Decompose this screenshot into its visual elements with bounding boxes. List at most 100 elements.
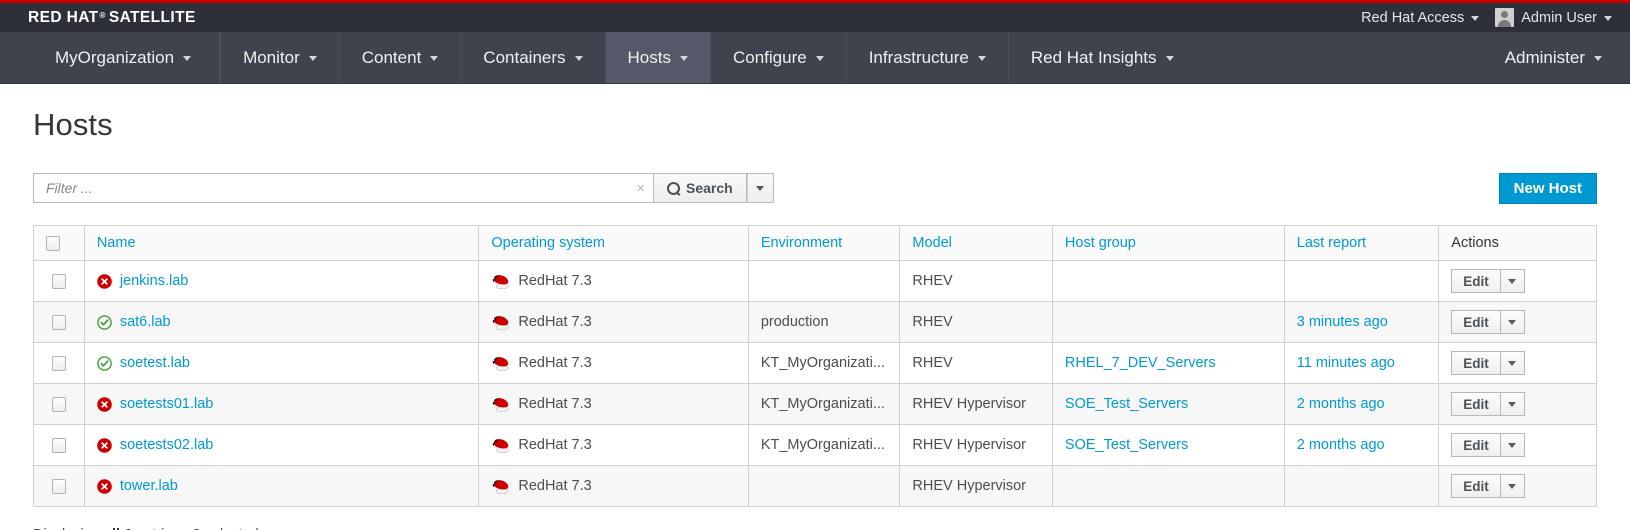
environment-label: production — [760, 314, 829, 330]
cell-last-report: 2 months ago — [1283, 424, 1440, 466]
red-hat-access-label: Red Hat Access — [1361, 9, 1465, 26]
cell-environment: KT_MyOrganizati... — [747, 383, 901, 425]
edit-button[interactable]: Edit — [1451, 433, 1501, 457]
last-report-link[interactable]: 2 months ago — [1297, 396, 1385, 412]
operating-system-label: RedHat 7.3 — [518, 355, 592, 371]
row-checkbox[interactable] — [51, 273, 66, 289]
hosts-table: Name Operating system Environment Model … — [33, 225, 1597, 507]
last-report-link[interactable]: 2 months ago — [1297, 437, 1385, 453]
edit-button-group: Edit — [1451, 310, 1525, 334]
new-host-button[interactable]: New Host — [1498, 172, 1597, 204]
search-button[interactable]: Search — [653, 173, 747, 203]
search-options-dropdown[interactable] — [746, 173, 774, 203]
hosts-table-head: Name Operating system Environment Model … — [33, 225, 1597, 261]
toolbar: × Search New Host — [33, 172, 1597, 204]
operating-system-label: RedHat 7.3 — [518, 396, 592, 412]
host-name-link[interactable]: soetests01.lab — [120, 396, 214, 412]
nav-item-infrastructure[interactable]: Infrastructure — [845, 32, 1008, 83]
page-title: Hosts — [33, 107, 113, 142]
red-hat-access-menu[interactable]: Red Hat Access — [1361, 9, 1480, 26]
column-header-last-report[interactable]: Last report — [1283, 225, 1440, 261]
status-error-icon — [97, 396, 112, 412]
row-checkbox[interactable] — [51, 396, 66, 412]
chevron-down-icon — [1508, 401, 1517, 407]
redhat-logo-icon — [493, 315, 509, 330]
select-all-header — [33, 225, 85, 261]
column-header-actions: Actions — [1438, 225, 1597, 261]
cell-actions: Edit — [1438, 260, 1597, 302]
nav-item-content[interactable]: Content — [338, 32, 461, 83]
cell-model: RHEV Hypervisor — [899, 465, 1053, 507]
row-select-cell — [33, 260, 85, 302]
cell-environment: production — [747, 301, 901, 343]
edit-button[interactable]: Edit — [1451, 269, 1501, 293]
edit-button[interactable]: Edit — [1451, 351, 1501, 375]
nav-item-organization[interactable]: MyOrganization — [33, 32, 221, 83]
host-group-link[interactable]: SOE_Test_Servers — [1065, 396, 1188, 412]
row-actions-dropdown[interactable] — [1500, 433, 1525, 457]
row-actions-dropdown[interactable] — [1500, 351, 1525, 375]
cell-operating-system: RedHat 7.3 — [478, 383, 749, 425]
search-input[interactable] — [44, 179, 631, 197]
column-header-name[interactable]: Name — [83, 225, 480, 261]
last-report-link[interactable]: 3 minutes ago — [1297, 314, 1388, 330]
host-name-link[interactable]: jenkins.lab — [120, 273, 189, 289]
cell-operating-system: RedHat 7.3 — [478, 424, 749, 466]
column-header-model[interactable]: Model — [899, 225, 1053, 261]
cell-actions: Edit — [1438, 301, 1597, 343]
row-checkbox[interactable] — [51, 437, 66, 453]
environment-label: KT_MyOrganizati... — [760, 355, 885, 371]
column-header-host-group[interactable]: Host group — [1051, 225, 1285, 261]
nav-item-label: Red Hat Insights — [1030, 47, 1157, 67]
row-checkbox[interactable] — [51, 355, 66, 371]
chevron-down-icon — [1508, 442, 1517, 448]
cell-model: RHEV — [899, 301, 1053, 343]
table-header-row: Name Operating system Environment Model … — [33, 225, 1597, 261]
cell-name: jenkins.lab — [83, 260, 480, 302]
edit-button-group: Edit — [1451, 474, 1525, 498]
status-ok-icon — [97, 355, 112, 371]
select-all-checkbox[interactable] — [46, 235, 60, 251]
cell-name: soetests01.lab — [83, 383, 480, 425]
masthead: RED HAT ® SATELLITE Red Hat Access Admin U… — [0, 3, 1630, 32]
cell-environment: KT_MyOrganizati... — [747, 342, 901, 384]
last-report-link[interactable]: 11 minutes ago — [1297, 355, 1395, 371]
host-name-link[interactable]: soetest.lab — [120, 355, 190, 371]
edit-button[interactable]: Edit — [1451, 474, 1501, 498]
model-label: RHEV Hypervisor — [912, 437, 1027, 453]
edit-button-group: Edit — [1451, 433, 1525, 457]
table-row: soetest.lab RedHat 7.3 KT_MyOrganizati... R… — [33, 342, 1597, 384]
row-actions-dropdown[interactable] — [1500, 269, 1525, 293]
column-header-environment[interactable]: Environment — [747, 225, 901, 261]
row-actions-dropdown[interactable] — [1500, 474, 1525, 498]
nav-item-monitor[interactable]: Monitor — [220, 32, 339, 83]
edit-button[interactable]: Edit — [1451, 310, 1501, 334]
search-icon — [667, 181, 680, 195]
row-checkbox[interactable] — [51, 314, 66, 330]
nav-item-red-hat-insights[interactable]: Red Hat Insights — [1007, 32, 1196, 83]
clear-search-icon[interactable]: × — [630, 181, 645, 196]
nav-item-label: Containers — [483, 47, 566, 67]
row-checkbox[interactable] — [51, 478, 66, 494]
nav-item-containers[interactable]: Containers — [460, 32, 604, 83]
cell-model: RHEV — [899, 342, 1053, 384]
nav-organization-label: MyOrganization — [55, 47, 175, 67]
brand-product-text: SATELLITE — [108, 8, 196, 26]
chevron-down-icon — [815, 56, 824, 61]
nav-item-configure[interactable]: Configure — [709, 32, 846, 83]
host-name-link[interactable]: soetests02.lab — [120, 437, 214, 453]
edit-button[interactable]: Edit — [1451, 392, 1501, 416]
operating-system-label: RedHat 7.3 — [518, 478, 592, 494]
column-header-operating-system[interactable]: Operating system — [478, 225, 749, 261]
redhat-logo-icon — [493, 397, 509, 412]
host-group-link[interactable]: RHEL_7_DEV_Servers — [1065, 355, 1216, 371]
row-actions-dropdown[interactable] — [1500, 310, 1525, 334]
host-name-link[interactable]: tower.lab — [120, 478, 178, 494]
row-actions-dropdown[interactable] — [1500, 392, 1525, 416]
edit-button-group: Edit — [1451, 392, 1525, 416]
host-name-link[interactable]: sat6.lab — [120, 314, 171, 330]
nav-item-administer[interactable]: Administer — [1483, 32, 1630, 83]
host-group-link[interactable]: SOE_Test_Servers — [1065, 437, 1188, 453]
user-menu[interactable]: Admin User — [1495, 8, 1612, 27]
nav-item-hosts[interactable]: Hosts — [604, 32, 710, 83]
